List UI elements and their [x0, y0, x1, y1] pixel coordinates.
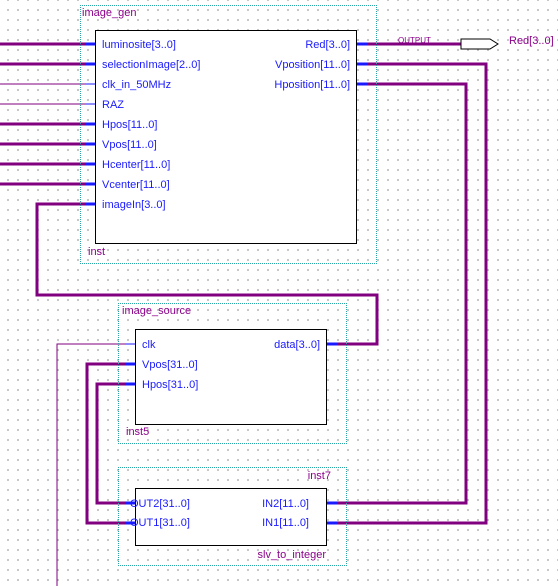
port-vpos-31: Vpos[31..0] [142, 359, 198, 371]
port-luminosite: luminosite[3..0] [102, 39, 176, 51]
port-in2: IN2[11..0] [262, 498, 309, 510]
port-hcenter: Hcenter[11..0] [102, 159, 171, 171]
port-hposition: Hposition[11..0] [274, 79, 350, 91]
output-pin-type: OUTPUT [398, 36, 431, 45]
port-raz: RAZ [102, 99, 124, 111]
port-vcenter: Vcenter[11..0] [102, 179, 170, 191]
port-clk-in-50mhz: clk_in_50MHz [102, 79, 172, 91]
slv-to-integer-title: slv_to_integer [257, 549, 327, 561]
port-clk: clk [142, 339, 156, 351]
port-red: Red[3..0] [305, 39, 350, 51]
image-gen-title: image_gen [82, 7, 137, 19]
output-pin-symbol[interactable] [460, 38, 499, 50]
port-vposition: Vposition[11..0] [274, 59, 350, 71]
image-gen-instance: inst [88, 246, 106, 258]
port-hpos: Hpos[11..0] [102, 119, 158, 131]
port-out2: OUT2[31..0] [130, 498, 190, 510]
port-image-in: imageIn[3..0] [102, 199, 166, 211]
port-hpos-31: Hpos[31..0] [142, 379, 199, 391]
image-source-title: image_source [122, 305, 192, 317]
port-in1: IN1[11..0] [262, 517, 309, 529]
port-selection-image: selectionImage[2..0] [102, 59, 201, 71]
port-out1: OUT1[31..0] [130, 517, 190, 529]
output-pin-name: Red[3..0] [509, 35, 554, 47]
slv-to-integer-instance: inst7 [307, 470, 331, 482]
image-source-instance: inst5 [126, 426, 150, 438]
port-vpos: Vpos[11..0] [102, 139, 157, 151]
port-data: data[3..0] [274, 339, 320, 351]
